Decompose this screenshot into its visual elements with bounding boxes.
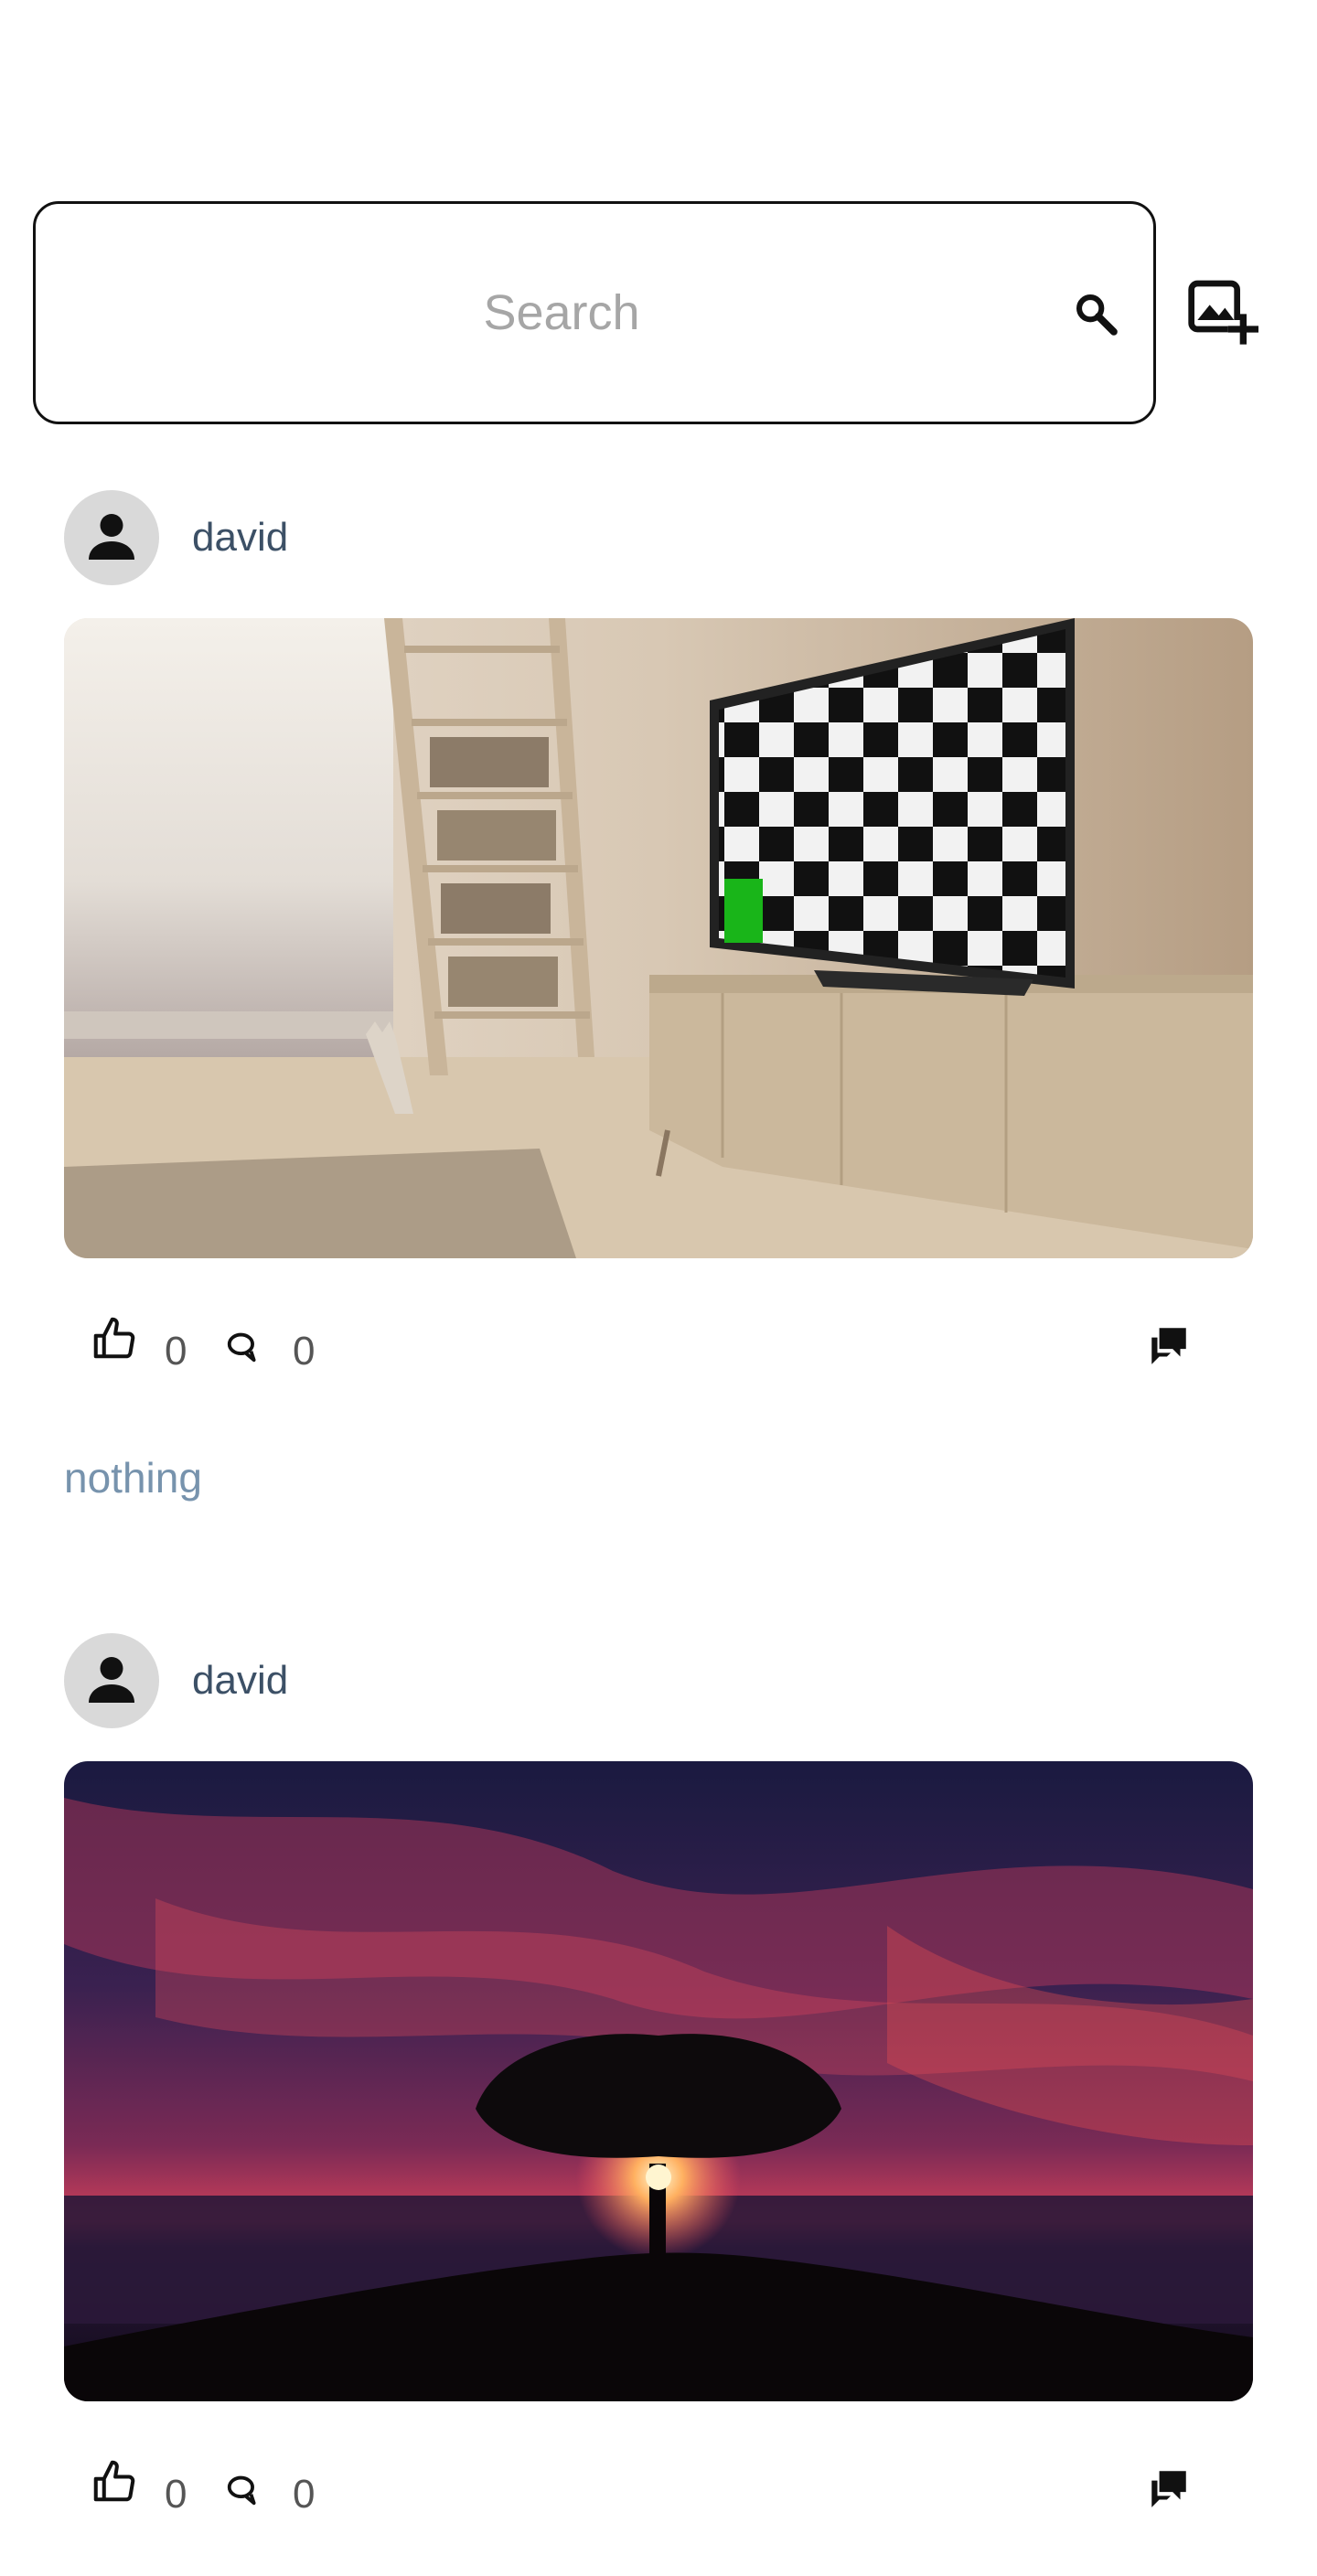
like-count: 0 — [165, 2472, 187, 2517]
search-icon[interactable] — [1070, 288, 1121, 339]
post-image[interactable] — [64, 1761, 1253, 2401]
author-name[interactable]: david — [192, 512, 288, 563]
author-name[interactable]: david — [192, 1655, 288, 1706]
chat-bubbles-icon[interactable] — [1146, 1322, 1192, 1368]
search-input[interactable] — [91, 204, 1033, 422]
comment-count: 0 — [293, 2472, 316, 2517]
add-photo-icon[interactable] — [1185, 274, 1258, 347]
post-image[interactable] — [64, 618, 1253, 1258]
person-icon — [89, 514, 134, 560]
feed-page: david — [0, 0, 1317, 2576]
living-room-image — [64, 618, 1253, 1258]
avatar[interactable] — [64, 490, 159, 585]
post-actions: 0 0 — [0, 1313, 1317, 1386]
post-caption: nothing — [64, 1454, 202, 1502]
sunset-tree-image — [64, 1761, 1253, 2401]
thumbs-up-icon[interactable] — [90, 2456, 139, 2506]
comment-count: 0 — [293, 1329, 316, 1374]
like-count: 0 — [165, 1329, 187, 1374]
person-icon — [89, 1657, 134, 1703]
post-actions: 0 0 — [0, 2456, 1317, 2529]
comment-bubble-icon[interactable] — [225, 1330, 260, 1364]
avatar[interactable] — [64, 1633, 159, 1728]
thumbs-up-icon[interactable] — [90, 1313, 139, 1363]
chat-bubbles-icon[interactable] — [1146, 2465, 1192, 2511]
comment-bubble-icon[interactable] — [225, 2473, 260, 2507]
search-bar — [33, 201, 1156, 424]
